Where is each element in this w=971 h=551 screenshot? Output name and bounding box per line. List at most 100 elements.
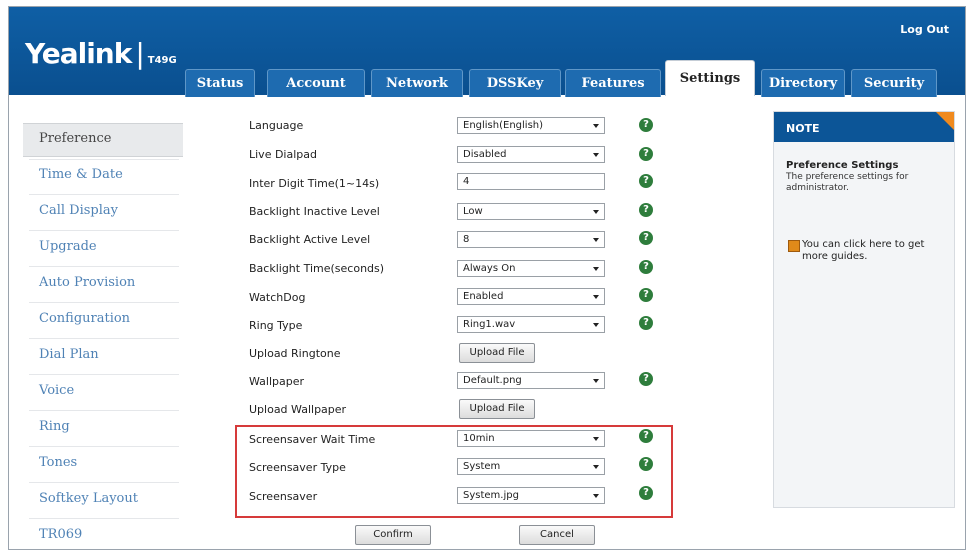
screensaver-type-label: Screensaver Type xyxy=(249,461,346,474)
wallpaper-label: Wallpaper xyxy=(249,375,305,388)
tab-features[interactable]: Features xyxy=(565,69,661,97)
chevron-down-icon xyxy=(593,124,599,128)
watchdog-label: WatchDog xyxy=(249,291,306,304)
sidebar-item-auto-provision[interactable]: Auto Provision xyxy=(39,275,135,290)
inter-digit-time-input[interactable]: 4 xyxy=(457,173,605,190)
backlight-inactive-level-label: Backlight Inactive Level xyxy=(249,205,380,218)
note-title: Preference Settings xyxy=(786,160,899,171)
backlight-time-select[interactable]: Always On xyxy=(457,260,605,277)
sidebar-divider xyxy=(29,338,179,339)
chevron-down-icon xyxy=(593,153,599,157)
sidebar-item-tones[interactable]: Tones xyxy=(39,455,77,470)
help-icon[interactable]: ? xyxy=(639,372,653,386)
sidebar-divider xyxy=(29,159,179,160)
chevron-down-icon xyxy=(593,323,599,327)
sidebar-divider xyxy=(29,482,179,483)
chevron-down-icon xyxy=(593,295,599,299)
note-text: The preference settings for administrato… xyxy=(786,172,909,193)
screensaver-type-select[interactable]: System xyxy=(457,458,605,475)
upload-wallpaper-button[interactable]: Upload File xyxy=(459,399,535,419)
chevron-down-icon xyxy=(593,379,599,383)
live-dialpad-select[interactable]: Disabled xyxy=(457,146,605,163)
corner-flag-icon xyxy=(936,112,954,130)
header-bar: Yealink | T49G Log Out Status Account Netw… xyxy=(9,7,965,97)
guide-icon[interactable] xyxy=(788,240,800,252)
tab-dsskey[interactable]: DSSKey xyxy=(469,69,561,97)
sidebar-item-dial-plan[interactable]: Dial Plan xyxy=(39,347,99,362)
screensaver-wait-time-value: 10min xyxy=(463,433,495,444)
language-select[interactable]: English(English) xyxy=(457,117,605,134)
help-icon[interactable]: ? xyxy=(639,316,653,330)
backlight-inactive-level-select[interactable]: Low xyxy=(457,203,605,220)
sidebar-divider xyxy=(29,230,179,231)
backlight-active-level-value: 8 xyxy=(463,234,470,245)
upload-ringtone-button[interactable]: Upload File xyxy=(459,343,535,363)
upload-ringtone-label: Upload Ringtone xyxy=(249,347,341,360)
chevron-down-icon xyxy=(593,238,599,242)
tab-directory[interactable]: Directory xyxy=(761,69,845,97)
sidebar-divider xyxy=(29,302,179,303)
backlight-time-label: Backlight Time(seconds) xyxy=(249,262,385,275)
help-icon[interactable]: ? xyxy=(639,231,653,245)
help-icon[interactable]: ? xyxy=(639,288,653,302)
upload-wallpaper-label: Upload Wallpaper xyxy=(249,403,347,416)
help-icon[interactable]: ? xyxy=(639,457,653,471)
sidebar-item-tr069[interactable]: TR069 xyxy=(39,527,82,542)
model-name: T49G xyxy=(147,55,177,66)
sidebar-item-preference[interactable]: Preference xyxy=(39,131,111,146)
sidebar-item-ring[interactable]: Ring xyxy=(39,419,70,434)
sidebar-item-softkey-layout[interactable]: Softkey Layout xyxy=(39,491,138,506)
chevron-down-icon xyxy=(593,267,599,271)
tab-account[interactable]: Account xyxy=(267,69,365,97)
help-icon[interactable]: ? xyxy=(639,203,653,217)
sidebar-divider xyxy=(29,266,179,267)
help-icon[interactable]: ? xyxy=(639,429,653,443)
screensaver-value: System.jpg xyxy=(463,490,519,501)
live-dialpad-value: Disabled xyxy=(463,149,507,160)
screensaver-wait-time-select[interactable]: 10min xyxy=(457,430,605,447)
guide-link[interactable]: You can click here to get more guides. xyxy=(802,239,950,263)
screensaver-type-value: System xyxy=(463,461,501,472)
note-heading: NOTE xyxy=(774,112,954,142)
brand-name: Yealink xyxy=(25,37,132,70)
ring-type-select[interactable]: Ring1.wav xyxy=(457,316,605,333)
inter-digit-time-value: 4 xyxy=(463,176,470,187)
chevron-down-icon xyxy=(593,465,599,469)
backlight-active-level-label: Backlight Active Level xyxy=(249,233,371,246)
help-icon[interactable]: ? xyxy=(639,260,653,274)
watchdog-select[interactable]: Enabled xyxy=(457,288,605,305)
sidebar: Preference Time & Date Call Display Upgr… xyxy=(19,115,183,545)
backlight-active-level-select[interactable]: 8 xyxy=(457,231,605,248)
confirm-button[interactable]: Confirm xyxy=(355,525,431,545)
tab-security[interactable]: Security xyxy=(851,69,937,97)
live-dialpad-label: Live Dialpad xyxy=(249,148,317,161)
sidebar-divider xyxy=(29,194,179,195)
sidebar-item-voice[interactable]: Voice xyxy=(39,383,74,398)
screensaver-label: Screensaver xyxy=(249,490,318,503)
sidebar-item-time-date[interactable]: Time & Date xyxy=(39,167,123,182)
logo-divider: | xyxy=(135,37,144,70)
tab-status[interactable]: Status xyxy=(185,69,255,97)
sidebar-divider xyxy=(29,446,179,447)
screensaver-select[interactable]: System.jpg xyxy=(457,487,605,504)
sidebar-divider xyxy=(29,374,179,375)
help-icon[interactable]: ? xyxy=(639,147,653,161)
logout-link[interactable]: Log Out xyxy=(900,23,949,36)
backlight-inactive-level-value: Low xyxy=(463,206,483,217)
help-icon[interactable]: ? xyxy=(639,118,653,132)
tab-settings[interactable]: Settings xyxy=(665,60,755,96)
sidebar-divider xyxy=(29,410,179,411)
tab-network[interactable]: Network xyxy=(371,69,463,97)
screensaver-wait-time-label: Screensaver Wait Time xyxy=(249,433,376,446)
wallpaper-select[interactable]: Default.png xyxy=(457,372,605,389)
help-icon[interactable]: ? xyxy=(639,486,653,500)
sidebar-item-upgrade[interactable]: Upgrade xyxy=(39,239,97,254)
note-panel: NOTE Preference Settings The preference … xyxy=(773,111,955,508)
language-label: Language xyxy=(249,119,304,132)
sidebar-item-call-display[interactable]: Call Display xyxy=(39,203,118,218)
help-icon[interactable]: ? xyxy=(639,174,653,188)
sidebar-item-configuration[interactable]: Configuration xyxy=(39,311,130,326)
chevron-down-icon xyxy=(593,494,599,498)
cancel-button[interactable]: Cancel xyxy=(519,525,595,545)
language-value: English(English) xyxy=(463,120,544,131)
